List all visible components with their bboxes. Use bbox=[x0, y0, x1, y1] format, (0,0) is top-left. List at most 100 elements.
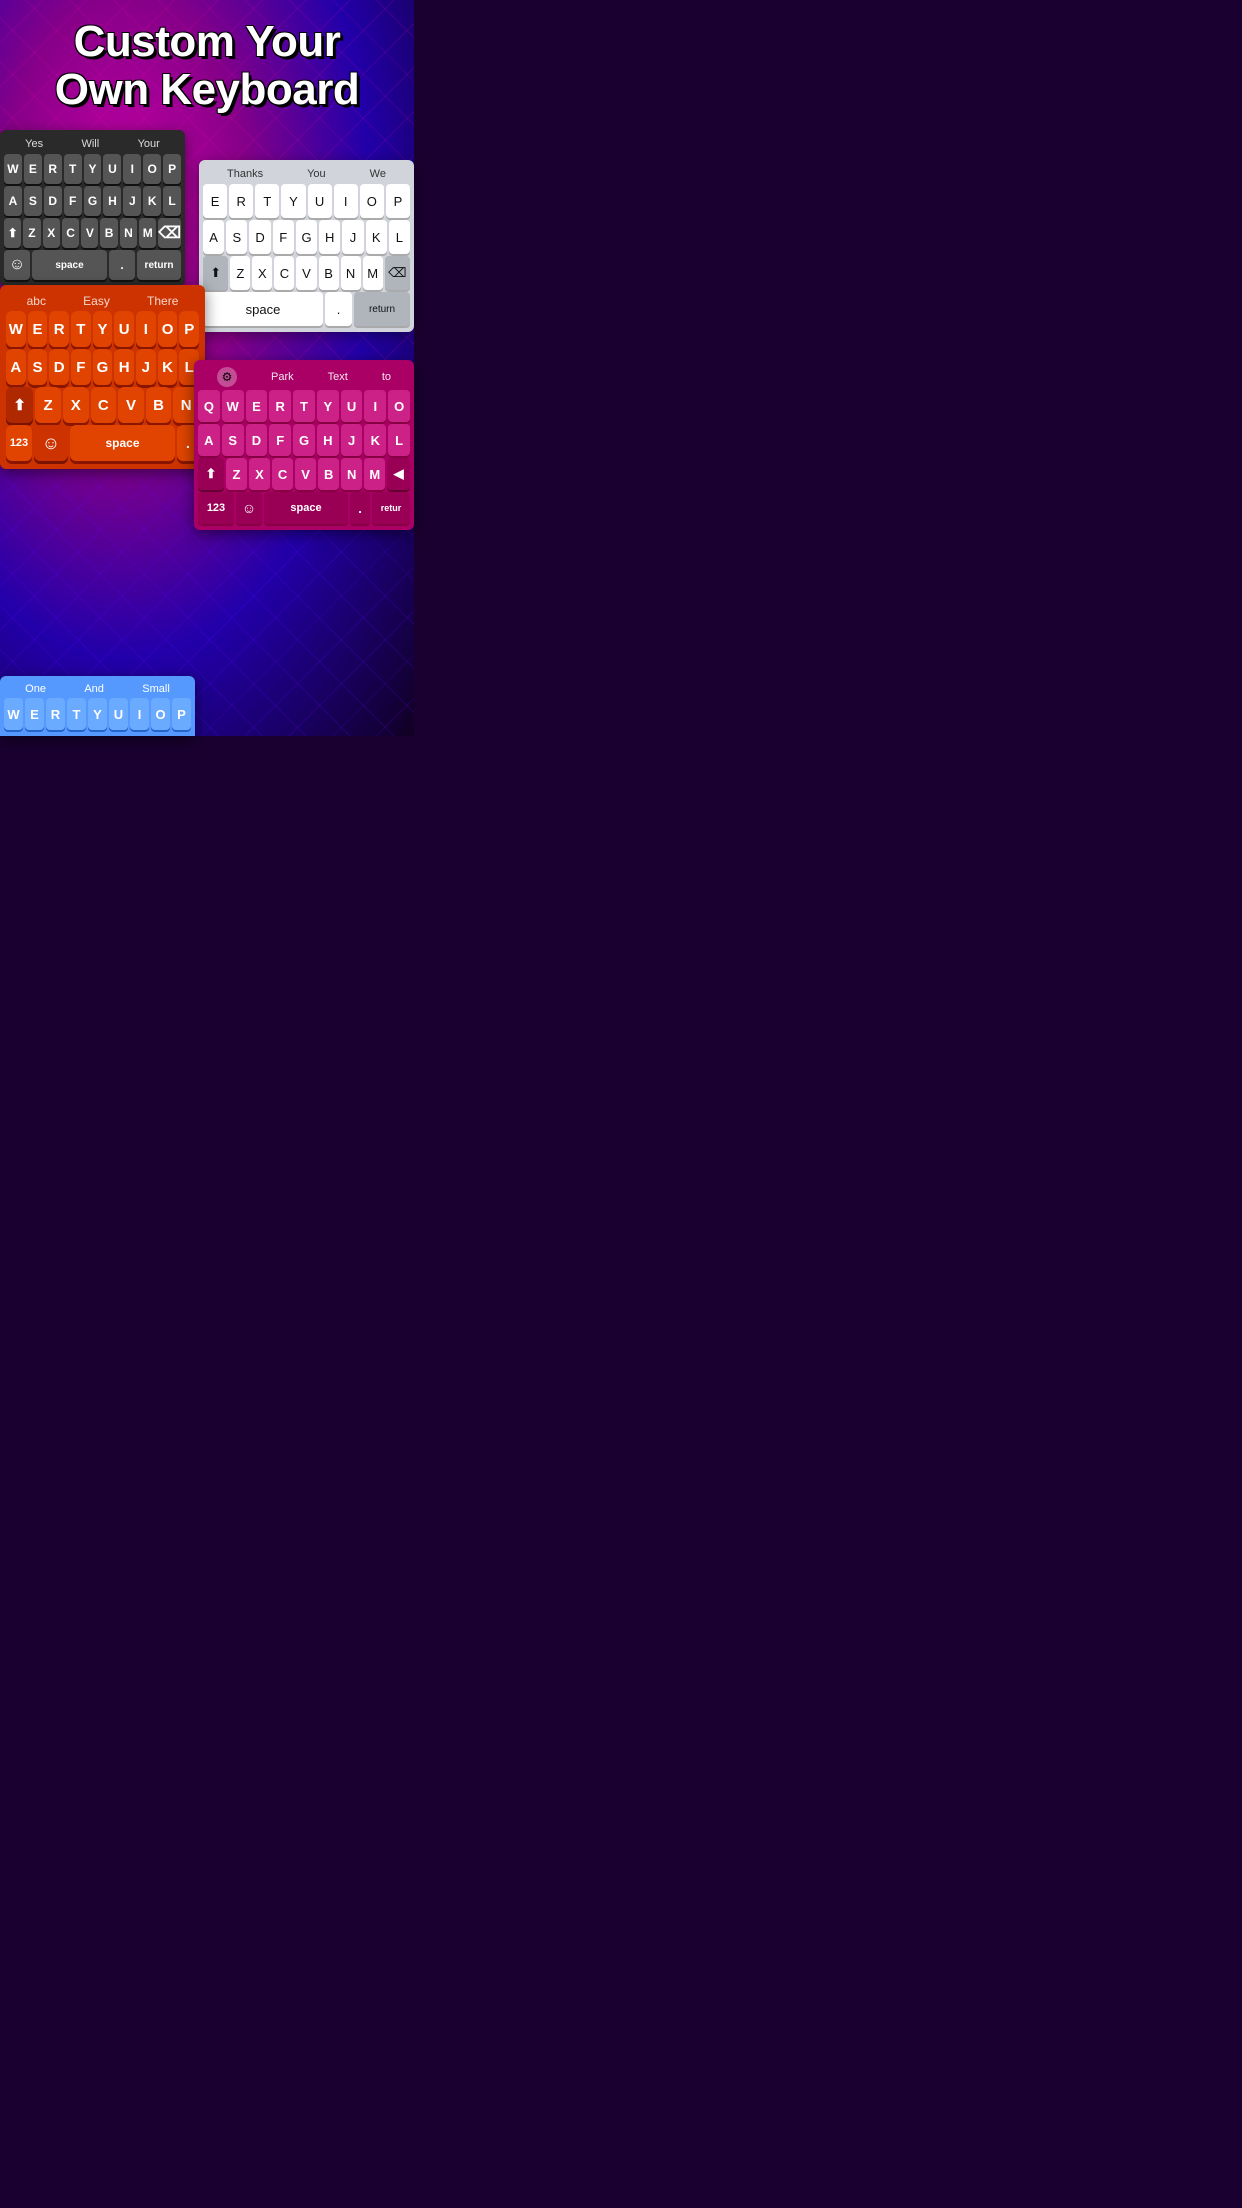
pkey-t[interactable]: T bbox=[293, 390, 315, 422]
white-return[interactable]: return bbox=[354, 292, 410, 326]
wkey-v[interactable]: V bbox=[296, 256, 316, 290]
white-delete[interactable]: ⌫ bbox=[385, 256, 410, 290]
wkey-g[interactable]: G bbox=[296, 220, 317, 254]
bkey-e[interactable]: E bbox=[25, 698, 44, 730]
pkey-f[interactable]: F bbox=[269, 424, 291, 456]
pkey-h[interactable]: H bbox=[317, 424, 339, 456]
wkey-s[interactable]: S bbox=[226, 220, 247, 254]
bkey-w[interactable]: W bbox=[4, 698, 23, 730]
bkey-i[interactable]: I bbox=[130, 698, 149, 730]
wkey-z[interactable]: Z bbox=[230, 256, 250, 290]
okey-w[interactable]: W bbox=[6, 311, 26, 347]
okey-i[interactable]: I bbox=[136, 311, 156, 347]
dark-dot[interactable]: . bbox=[109, 250, 135, 280]
pkey-n[interactable]: N bbox=[341, 458, 362, 490]
key-k[interactable]: K bbox=[143, 186, 161, 216]
okey-p[interactable]: P bbox=[179, 311, 199, 347]
key-c[interactable]: C bbox=[62, 218, 79, 248]
pink-emoji[interactable]: ☺ bbox=[236, 492, 262, 524]
pkey-j[interactable]: J bbox=[341, 424, 363, 456]
wkey-l[interactable]: L bbox=[389, 220, 410, 254]
white-sug-1[interactable]: Thanks bbox=[227, 168, 263, 180]
pkey-d[interactable]: D bbox=[246, 424, 268, 456]
white-space[interactable]: space bbox=[203, 292, 323, 326]
key-n[interactable]: N bbox=[120, 218, 137, 248]
pink-return[interactable]: retur bbox=[372, 492, 410, 524]
orange-sug-2[interactable]: Easy bbox=[83, 294, 110, 308]
key-u[interactable]: U bbox=[103, 154, 121, 184]
wkey-h[interactable]: H bbox=[319, 220, 340, 254]
okey-x[interactable]: X bbox=[63, 387, 89, 423]
okey-c[interactable]: C bbox=[91, 387, 117, 423]
pink-dot[interactable]: . bbox=[350, 492, 370, 524]
pkey-b[interactable]: B bbox=[318, 458, 339, 490]
bkey-u[interactable]: U bbox=[109, 698, 128, 730]
pkey-g[interactable]: G bbox=[293, 424, 315, 456]
bkey-r[interactable]: R bbox=[46, 698, 65, 730]
key-t[interactable]: T bbox=[64, 154, 82, 184]
pkey-a[interactable]: A bbox=[198, 424, 220, 456]
pkey-c[interactable]: C bbox=[272, 458, 293, 490]
wkey-m[interactable]: M bbox=[363, 256, 383, 290]
dark-shift[interactable]: ⬆ bbox=[4, 218, 21, 248]
okey-g[interactable]: G bbox=[93, 349, 113, 385]
dark-delete[interactable]: ⌫ bbox=[158, 218, 181, 248]
white-sug-2[interactable]: You bbox=[307, 168, 326, 180]
key-y[interactable]: Y bbox=[84, 154, 102, 184]
pkey-y[interactable]: Y bbox=[317, 390, 339, 422]
wkey-e[interactable]: E bbox=[203, 184, 227, 218]
pkey-e[interactable]: E bbox=[246, 390, 268, 422]
bkey-y[interactable]: Y bbox=[88, 698, 107, 730]
key-z[interactable]: Z bbox=[23, 218, 40, 248]
bkey-p[interactable]: P bbox=[172, 698, 191, 730]
pkey-m[interactable]: M bbox=[364, 458, 385, 490]
key-s[interactable]: S bbox=[24, 186, 42, 216]
dark-sug-1[interactable]: Yes bbox=[25, 138, 43, 150]
wkey-d[interactable]: D bbox=[249, 220, 270, 254]
orange-emoji[interactable]: ☺ bbox=[34, 425, 68, 461]
dark-space[interactable]: space bbox=[32, 250, 107, 280]
key-o[interactable]: O bbox=[143, 154, 161, 184]
wkey-t[interactable]: T bbox=[255, 184, 279, 218]
blue-sug-1[interactable]: One bbox=[25, 683, 46, 695]
okey-a[interactable]: A bbox=[6, 349, 26, 385]
key-h[interactable]: H bbox=[103, 186, 121, 216]
key-j[interactable]: J bbox=[123, 186, 141, 216]
pkey-i[interactable]: I bbox=[364, 390, 386, 422]
pkey-s[interactable]: S bbox=[222, 424, 244, 456]
dark-sug-3[interactable]: Your bbox=[138, 138, 160, 150]
gear-icon[interactable]: ⚙ bbox=[217, 367, 237, 387]
okey-r[interactable]: R bbox=[49, 311, 69, 347]
key-a[interactable]: A bbox=[4, 186, 22, 216]
white-sug-3[interactable]: We bbox=[370, 168, 386, 180]
bkey-t[interactable]: T bbox=[67, 698, 86, 730]
orange-shift[interactable]: ⬆ bbox=[6, 387, 33, 423]
orange-space[interactable]: space bbox=[70, 425, 175, 461]
okey-d[interactable]: D bbox=[49, 349, 69, 385]
pkey-r[interactable]: R bbox=[269, 390, 291, 422]
key-f[interactable]: F bbox=[64, 186, 82, 216]
pkey-o[interactable]: O bbox=[388, 390, 410, 422]
key-g[interactable]: G bbox=[84, 186, 102, 216]
wkey-a[interactable]: A bbox=[203, 220, 224, 254]
pkey-u[interactable]: U bbox=[341, 390, 363, 422]
key-i[interactable]: I bbox=[123, 154, 141, 184]
wkey-f[interactable]: F bbox=[273, 220, 294, 254]
okey-e[interactable]: E bbox=[28, 311, 48, 347]
okey-z[interactable]: Z bbox=[35, 387, 61, 423]
pkey-z[interactable]: Z bbox=[226, 458, 247, 490]
dark-sug-2[interactable]: Will bbox=[81, 138, 99, 150]
wkey-i[interactable]: I bbox=[334, 184, 358, 218]
okey-v[interactable]: V bbox=[118, 387, 144, 423]
key-v[interactable]: V bbox=[81, 218, 98, 248]
key-x[interactable]: X bbox=[43, 218, 60, 248]
pink-sug-3[interactable]: to bbox=[382, 371, 391, 383]
key-l[interactable]: L bbox=[163, 186, 181, 216]
okey-h[interactable]: H bbox=[114, 349, 134, 385]
orange-num[interactable]: 123 bbox=[6, 425, 32, 461]
dark-emoji[interactable]: ☺ bbox=[4, 250, 30, 280]
wkey-j[interactable]: J bbox=[342, 220, 363, 254]
white-shift[interactable]: ⬆ bbox=[203, 256, 228, 290]
pink-sug-1[interactable]: Park bbox=[271, 371, 294, 383]
wkey-y[interactable]: Y bbox=[281, 184, 305, 218]
